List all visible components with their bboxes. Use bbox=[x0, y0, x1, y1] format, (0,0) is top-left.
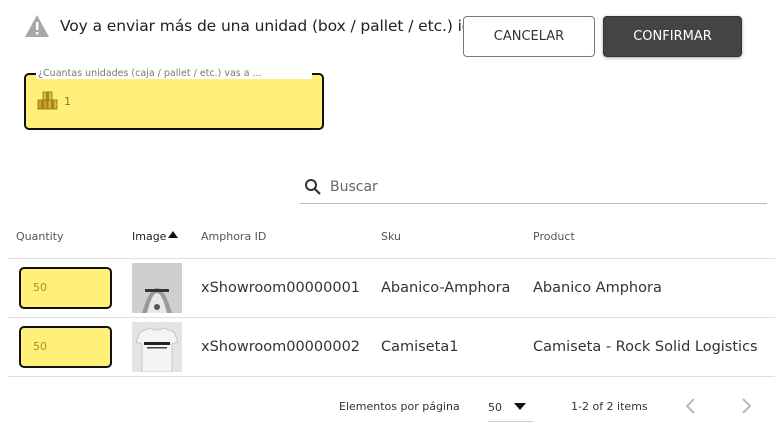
search-input[interactable] bbox=[330, 179, 750, 195]
table-header-row: Quantity Image Amphora ID Sku Product bbox=[8, 216, 775, 259]
quantity-input[interactable]: 50 bbox=[19, 325, 112, 368]
items-table: Quantity Image Amphora ID Sku Product 50… bbox=[8, 216, 775, 377]
sku-cell: Camiseta1 bbox=[381, 317, 533, 377]
product-cell: Camiseta - Rock Solid Logistics bbox=[533, 317, 775, 377]
next-page-icon[interactable] bbox=[739, 397, 753, 415]
column-header-image[interactable]: Image bbox=[132, 216, 201, 259]
amphora-id-cell: xShowroom00000002 bbox=[201, 317, 381, 377]
product-cell: Abanico Amphora bbox=[533, 258, 775, 318]
confirm-button[interactable]: CONFIRMAR bbox=[603, 16, 742, 57]
column-header-sku[interactable]: Sku bbox=[381, 216, 533, 259]
column-header-product[interactable]: Product bbox=[533, 216, 775, 259]
sort-ascending-icon bbox=[168, 231, 179, 239]
page-range: 1-2 of 2 items bbox=[571, 400, 648, 413]
paginator: Elementos por página 50 1-2 of 2 items bbox=[0, 392, 782, 422]
column-header-amphora-id[interactable]: Amphora ID bbox=[201, 216, 381, 259]
previous-page-icon[interactable] bbox=[684, 397, 698, 415]
table-row: 50 xShowroom00000002 Camiseta1 Camiseta … bbox=[8, 317, 775, 377]
product-image bbox=[132, 321, 182, 372]
boxes-icon bbox=[37, 91, 58, 110]
items-per-page-value: 50 bbox=[488, 401, 502, 414]
warning-message: Voy a enviar más de una unidad (box / pa… bbox=[24, 14, 500, 38]
table-row: 50 xShowroom00000001 Abanico-Amphora Aba… bbox=[8, 258, 775, 318]
product-image bbox=[132, 262, 182, 313]
search-bar bbox=[300, 171, 767, 204]
units-field-label: ¿Cuantas unidades (caja / pallet / etc.)… bbox=[36, 68, 312, 79]
warning-icon bbox=[25, 15, 49, 37]
warning-text: Voy a enviar más de una unidad (box / pa… bbox=[60, 17, 500, 35]
sku-cell: Abanico-Amphora bbox=[381, 258, 533, 318]
column-header-quantity[interactable]: Quantity bbox=[8, 216, 132, 259]
caret-down-icon bbox=[514, 403, 526, 410]
column-header-image-label: Image bbox=[132, 230, 167, 244]
quantity-input[interactable]: 50 bbox=[19, 266, 112, 309]
units-value: 1 bbox=[64, 95, 71, 108]
cancel-button[interactable]: CANCELAR bbox=[463, 16, 595, 57]
items-per-page-select[interactable]: 50 bbox=[488, 392, 533, 422]
search-icon bbox=[305, 179, 321, 195]
amphora-id-cell: xShowroom00000001 bbox=[201, 258, 381, 318]
items-per-page-label: Elementos por página bbox=[339, 400, 460, 413]
